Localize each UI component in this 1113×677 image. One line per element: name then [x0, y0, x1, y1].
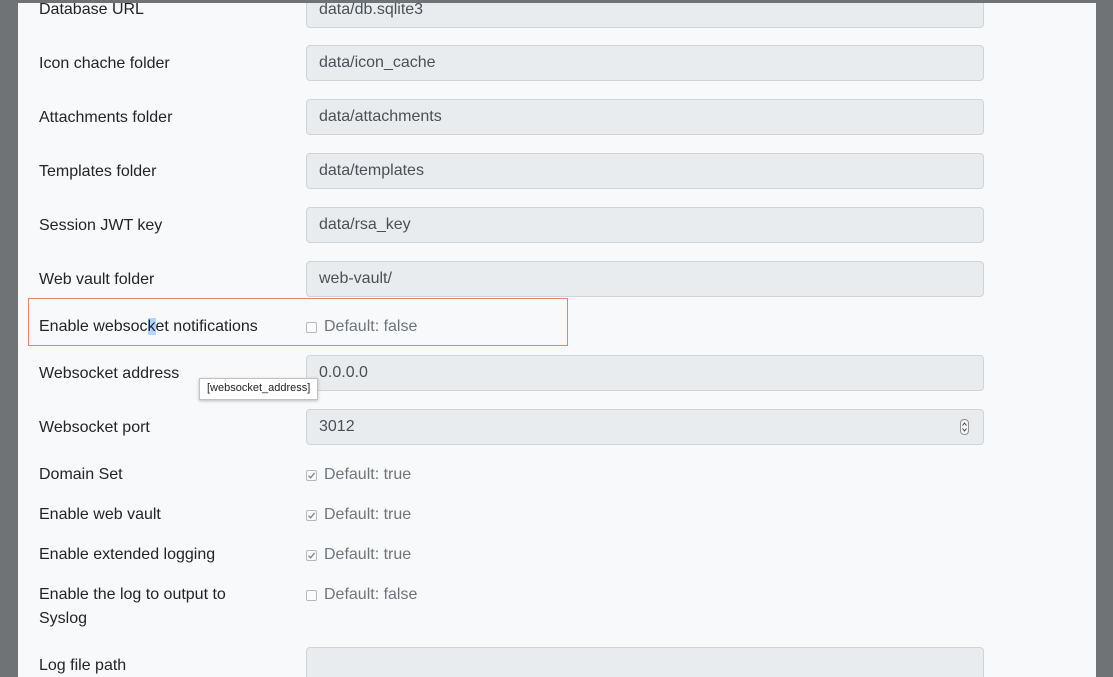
templates-folder-input[interactable]: data/templates	[306, 153, 984, 189]
templates-folder-label: Templates folder	[39, 163, 157, 180]
settings-panel: Database URL data/db.sqlite3 Icon chache…	[18, 0, 1096, 677]
app-frame: Database URL data/db.sqlite3 Icon chache…	[0, 0, 1113, 677]
use-syslog-checkbox-wrap[interactable]: Default: false	[306, 585, 417, 605]
extended-logging-checkbox[interactable]	[306, 549, 317, 561]
domain-set-checkbox[interactable]	[306, 469, 317, 481]
websocket-address-input[interactable]: 0.0.0.0	[306, 355, 984, 391]
check-icon	[308, 552, 316, 559]
web-vault-enabled-default: Default: true	[324, 506, 412, 523]
websocket-port-label: Websocket port	[39, 419, 150, 436]
extended-logging-label: Enable extended logging	[39, 546, 216, 563]
attachments-folder-input[interactable]: data/attachments	[306, 99, 984, 135]
log-file-input[interactable]	[306, 647, 984, 677]
spinner-arrows-icon[interactable]	[960, 419, 969, 435]
session-jwt-key-label: Session JWT key	[39, 217, 163, 234]
web-vault-enabled-checkbox[interactable]	[306, 509, 317, 521]
use-syslog-default: Default: false	[324, 586, 418, 603]
websocket-port-input[interactable]: 3012	[306, 409, 984, 445]
database-url-label: Database URL	[39, 1, 144, 18]
check-icon	[308, 472, 316, 479]
domain-set-default: Default: true	[324, 466, 412, 483]
web-vault-enabled-label: Enable web vault	[39, 506, 161, 523]
right-border	[1096, 0, 1113, 677]
extended-logging-checkbox-wrap[interactable]: Default: true	[306, 545, 411, 565]
web-vault-folder-label: Web vault folder	[39, 271, 155, 288]
use-syslog-checkbox[interactable]	[306, 589, 317, 601]
database-url-input[interactable]: data/db.sqlite3	[306, 0, 984, 28]
web-vault-enabled-checkbox-wrap[interactable]: Default: true	[306, 505, 411, 525]
attachments-folder-label: Attachments folder	[39, 109, 173, 126]
web-vault-folder-input[interactable]: web-vault/	[306, 261, 984, 297]
left-border	[0, 0, 18, 677]
tooltip: [websocket_address]	[199, 378, 319, 400]
top-border	[0, 0, 1113, 3]
domain-set-checkbox-wrap[interactable]: Default: true	[306, 465, 411, 485]
highlight-annotation-box	[28, 298, 568, 346]
websocket-port-value: 3012	[319, 418, 355, 435]
extended-logging-default: Default: true	[324, 546, 412, 563]
domain-set-label: Domain Set	[39, 466, 123, 483]
check-icon	[308, 512, 316, 519]
icon-cache-folder-label: Icon chache folder	[39, 55, 170, 72]
log-file-label: Log file path	[39, 657, 127, 674]
use-syslog-label: Enable the log to output to Syslog	[39, 586, 226, 627]
icon-cache-folder-input[interactable]: data/icon_cache	[306, 45, 984, 81]
session-jwt-key-input[interactable]: data/rsa_key	[306, 207, 984, 243]
